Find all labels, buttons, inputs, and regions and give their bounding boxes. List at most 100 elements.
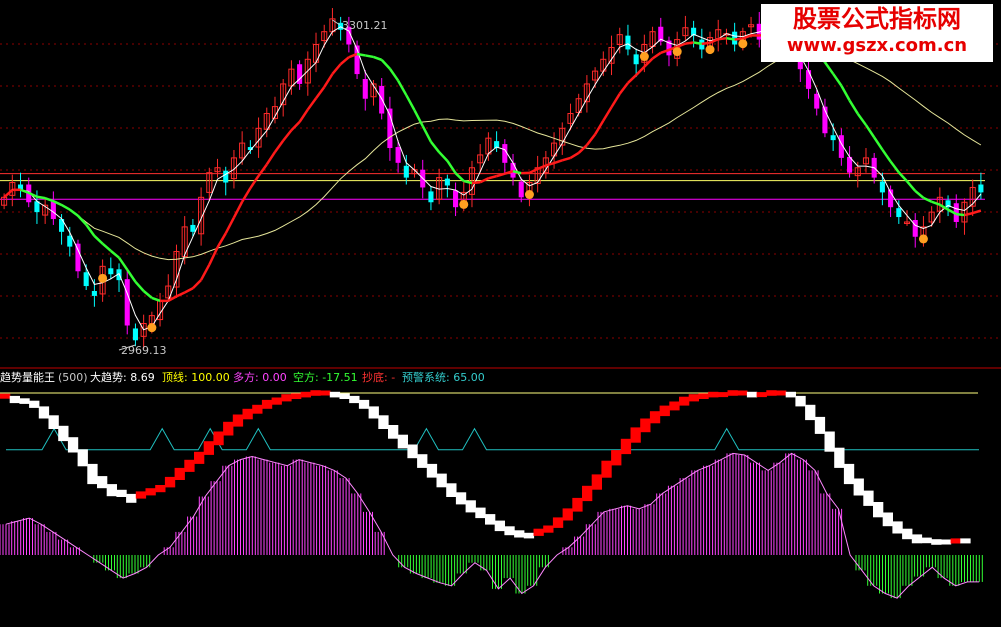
site-watermark: 股票公式指标网 www.gszx.com.cn	[761, 4, 993, 62]
indicator-item-warning: 预警系统: 65.00	[402, 370, 485, 384]
ma-trend-segment	[331, 63, 342, 75]
stock-chart[interactable]: 3301.21 2969.13 趋势量能王 (500) 大趋势: 8.69 顶线…	[0, 0, 1001, 627]
ma-trend-segment	[906, 180, 917, 192]
main-trend-block	[814, 416, 826, 434]
ma-long-line	[3, 49, 982, 261]
indicator-item-main-trend: 大趋势: 8.69	[90, 370, 155, 384]
ma-trend-segment	[446, 160, 457, 174]
main-trend-block	[368, 406, 379, 419]
main-trend-block	[552, 517, 564, 528]
ma-trend-segment	[373, 55, 383, 62]
main-trend-block	[155, 485, 166, 493]
ma-trend-segment	[224, 216, 236, 234]
main-trend-block	[950, 538, 961, 544]
main-trend-block	[669, 401, 680, 411]
main-trend-block	[116, 489, 127, 497]
ma-trend-segment	[110, 249, 120, 259]
candle-body	[510, 162, 516, 178]
main-trend-block	[902, 528, 913, 540]
main-trend-block	[465, 500, 476, 513]
ma-trend-segment	[873, 136, 884, 151]
ma-trend-segment	[709, 38, 719, 44]
main-trend-block	[38, 406, 50, 419]
ma-trend-segment	[380, 59, 391, 70]
ma-trend-segment	[315, 86, 326, 99]
ma-trend-segment	[914, 189, 925, 199]
main-trend-block	[339, 393, 350, 399]
indicator-panel[interactable]	[0, 390, 983, 599]
main-trend-block	[659, 405, 670, 417]
main-trend-block	[281, 394, 292, 402]
ma-trend-segment	[528, 167, 539, 174]
indicator-period: (500)	[58, 371, 88, 384]
high-price-label: 3301.21	[342, 19, 388, 32]
main-trend-block	[756, 392, 767, 398]
main-trend-block	[766, 390, 777, 396]
main-trend-block	[426, 463, 438, 478]
ma-trend-segment	[972, 209, 982, 215]
ma-trend-segment	[693, 41, 703, 46]
main-trend-block	[698, 393, 709, 399]
main-trend-block	[97, 476, 108, 489]
main-trend-block	[795, 395, 806, 407]
candle-body	[91, 290, 97, 296]
main-trend-block	[174, 467, 185, 480]
main-trend-block	[378, 415, 389, 429]
main-trend-block	[620, 438, 632, 455]
ma-trend-segment	[561, 156, 571, 162]
candle-body	[395, 147, 401, 163]
ma-trend-segment	[36, 195, 46, 200]
main-trend-block	[407, 444, 418, 459]
ma-trend-segment	[864, 124, 876, 139]
main-trend-block	[349, 395, 360, 404]
main-trend-block	[960, 538, 971, 544]
ma-trend-segment	[184, 287, 194, 294]
main-trend-block	[601, 460, 612, 478]
main-trend-block	[77, 449, 88, 467]
buy-signal-dot	[639, 52, 649, 62]
indicator-header: 趋势量能王 (500) 大趋势: 8.69 顶线: 100.00 多方: 0.0…	[0, 370, 485, 384]
candle-body	[403, 165, 409, 178]
ma-trend-segment	[388, 68, 400, 82]
buy-signal-dot	[459, 199, 469, 209]
ma-trend-segment	[93, 235, 104, 245]
candle-body	[108, 268, 114, 275]
main-trend-block	[271, 397, 282, 405]
ma-trend-segment	[356, 52, 366, 57]
ma-trend-segment	[134, 280, 145, 292]
buy-signal-dot	[918, 234, 928, 244]
main-trend-block	[737, 390, 748, 396]
ma-trend-segment	[463, 179, 473, 185]
ma-trend-segment	[848, 99, 859, 115]
main-trend-block	[921, 537, 932, 544]
ma-trend-segment	[232, 201, 244, 219]
main-trend-block	[805, 404, 816, 421]
indicator-item-bear: 空方: -17.51	[293, 370, 358, 384]
ma-trend-segment	[151, 296, 161, 303]
ma-trend-segment	[200, 264, 211, 281]
main-trend-block	[543, 525, 554, 533]
main-trend-block	[863, 490, 874, 506]
ma-trend-segment	[175, 291, 186, 298]
ma-trend-segment	[397, 79, 408, 96]
indicator-item-bull: 多方: 0.00	[233, 370, 287, 384]
main-trend-block	[533, 528, 544, 536]
main-trend-block	[882, 512, 893, 527]
candle-body	[124, 279, 130, 326]
ma-trend-segment	[306, 97, 318, 111]
candle-body	[896, 208, 902, 218]
ma-trend-segment	[545, 161, 555, 167]
main-trend-block	[87, 463, 98, 485]
ma-trend-segment	[889, 160, 900, 174]
ma-trend-segment	[249, 175, 260, 189]
main-trend-block	[194, 451, 205, 464]
main-trend-block	[0, 393, 11, 399]
ma-trend-segment	[627, 74, 638, 84]
main-trend-block	[640, 418, 651, 433]
main-trend-block	[940, 539, 952, 545]
candle-body	[223, 170, 229, 183]
ma-trend-segment	[701, 41, 711, 46]
ma-trend-segment	[290, 121, 301, 132]
main-trend-block	[310, 390, 321, 396]
main-trend-block	[223, 421, 234, 436]
